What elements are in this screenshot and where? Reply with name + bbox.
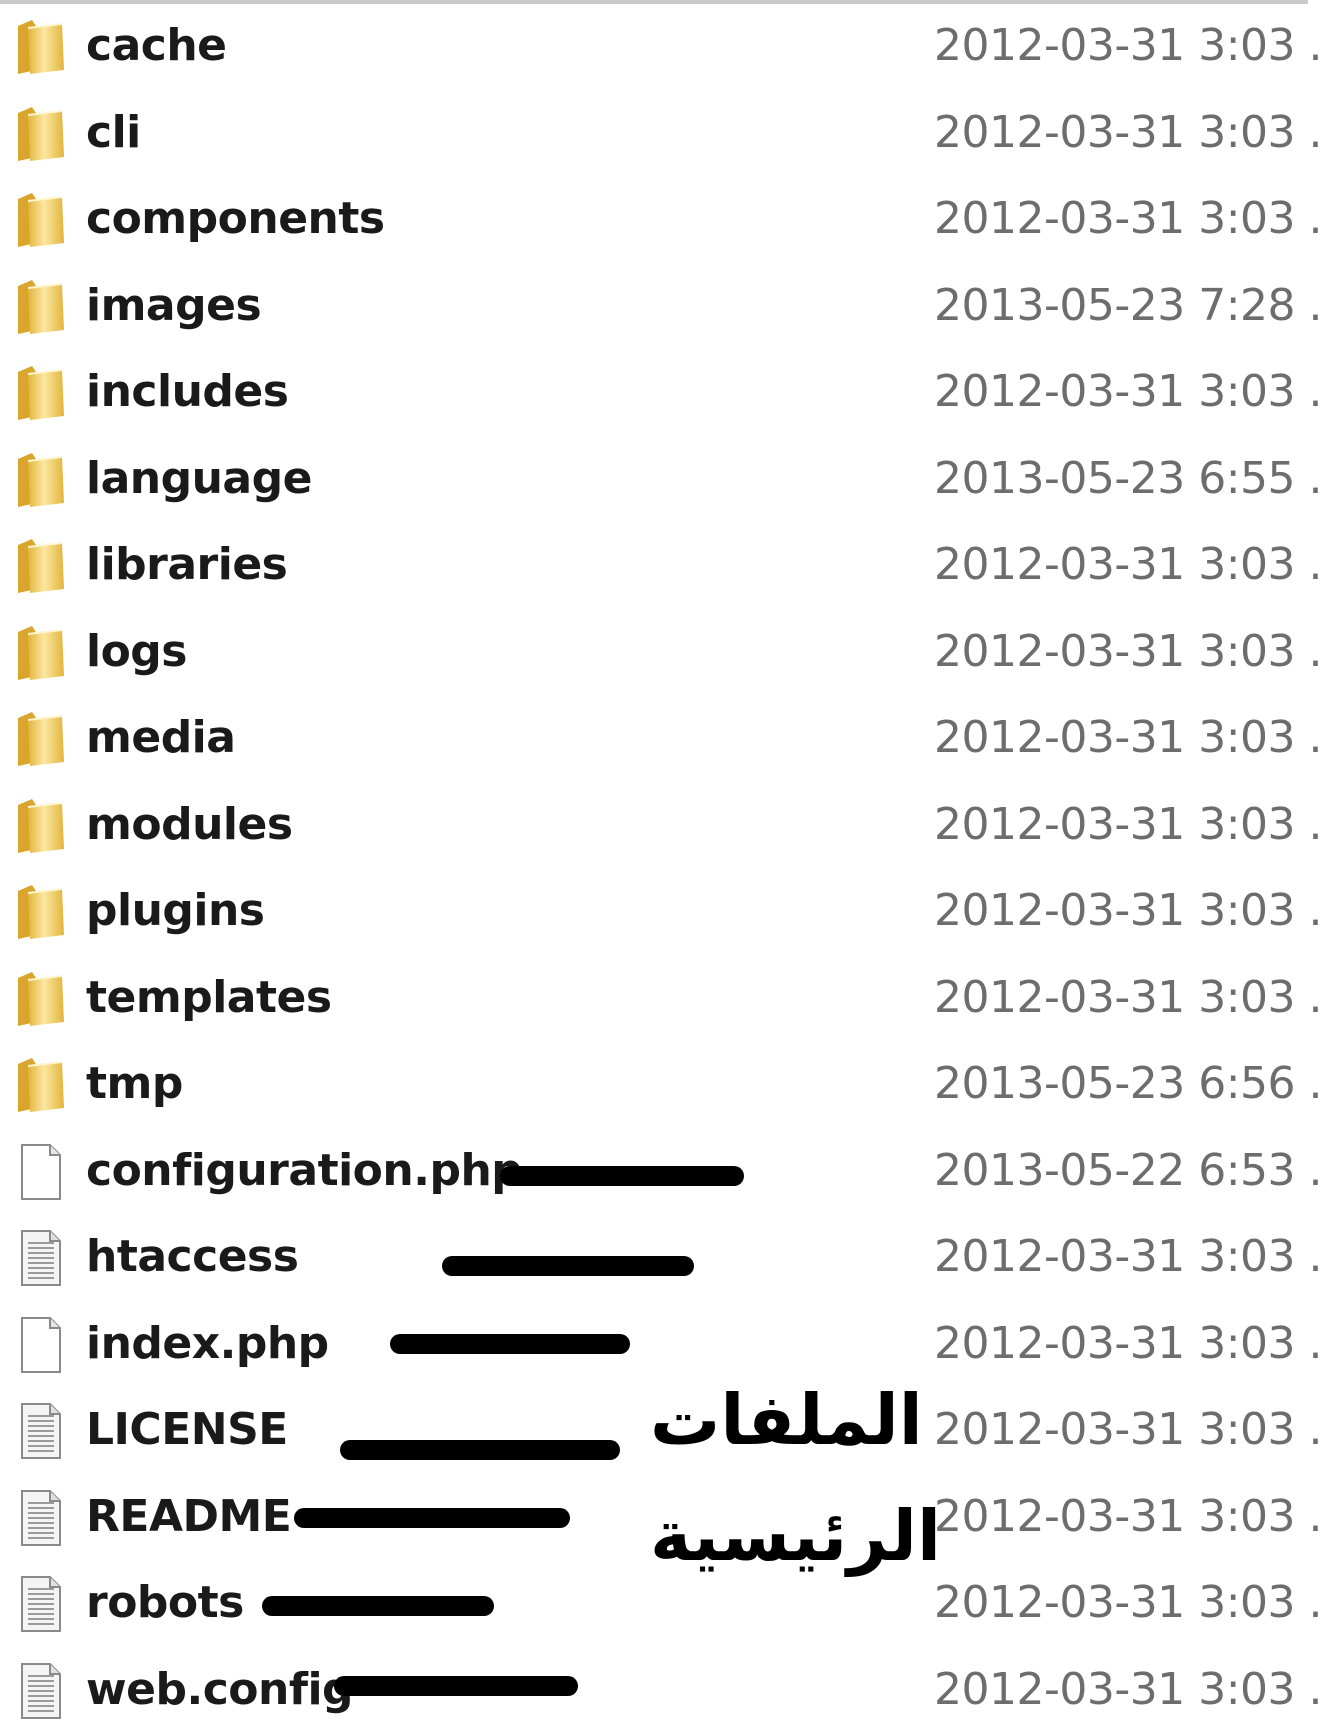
file-name: includes xyxy=(86,364,288,420)
list-item[interactable]: cli 2012-03-31 3:03 ... xyxy=(0,91,1322,178)
marker-line xyxy=(262,1596,494,1616)
list-item[interactable]: cache 2012-03-31 3:03 ... xyxy=(0,4,1322,91)
file-name: index.php xyxy=(86,1316,329,1372)
file-name: libraries xyxy=(86,537,287,593)
date-modified: 2012-03-31 3:03 ... xyxy=(934,710,1322,766)
date-modified: 2012-03-31 3:03 ... xyxy=(934,1316,1322,1372)
blank-file-icon xyxy=(16,1143,66,1201)
list-item[interactable]: plugins 2012-03-31 3:03 ... xyxy=(0,869,1322,956)
file-name: web.config xyxy=(86,1662,353,1718)
text-file-icon xyxy=(16,1402,66,1460)
date-modified: 2012-03-31 3:03 ... xyxy=(934,1229,1322,1285)
folder-icon xyxy=(16,278,66,336)
list-item[interactable]: libraries 2012-03-31 3:03 ... xyxy=(0,523,1322,610)
folder-icon xyxy=(16,18,66,76)
file-name: templates xyxy=(86,970,332,1026)
file-name: logs xyxy=(86,624,187,680)
marker-line xyxy=(442,1256,694,1276)
marker-line xyxy=(390,1334,630,1354)
date-modified: 2012-03-31 3:03 ... xyxy=(934,883,1322,939)
date-modified: 2013-05-23 6:55 ... xyxy=(934,451,1322,507)
file-name: images xyxy=(86,278,261,334)
text-file-icon xyxy=(16,1229,66,1287)
file-name: language xyxy=(86,451,312,507)
marker-line xyxy=(340,1440,620,1460)
date-modified: 2012-03-31 3:03 ... xyxy=(934,1402,1322,1458)
date-modified: 2012-03-31 3:03 ... xyxy=(934,624,1322,680)
date-modified: 2013-05-22 6:53 ... xyxy=(934,1143,1322,1199)
annotation-line-2: الرئيسية xyxy=(650,1494,941,1578)
folder-icon xyxy=(16,883,66,941)
file-name: components xyxy=(86,191,385,247)
text-file-icon xyxy=(16,1489,66,1547)
file-list: cache 2012-03-31 3:03 ... cli 2012-03-31… xyxy=(0,4,1322,1734)
list-item[interactable]: includes 2012-03-31 3:03 ... xyxy=(0,350,1322,437)
list-item[interactable]: images 2013-05-23 7:28 ... xyxy=(0,264,1322,351)
file-name: htaccess xyxy=(86,1229,298,1285)
folder-icon xyxy=(16,710,66,768)
date-modified: 2012-03-31 3:03 ... xyxy=(934,537,1322,593)
annotation-line-1: الملفات xyxy=(650,1378,923,1462)
date-modified: 2012-03-31 3:03 ... xyxy=(934,1662,1322,1718)
marker-line xyxy=(334,1676,578,1696)
marker-line xyxy=(500,1166,744,1186)
folder-icon xyxy=(16,797,66,855)
file-name: plugins xyxy=(86,883,265,939)
list-item[interactable]: tmp 2013-05-23 6:56 ... xyxy=(0,1042,1322,1129)
list-item[interactable]: index.php 2012-03-31 3:03 ... xyxy=(0,1302,1322,1389)
date-modified: 2012-03-31 3:03 ... xyxy=(934,191,1322,247)
list-item[interactable]: web.config 2012-03-31 3:03 ... xyxy=(0,1648,1322,1734)
folder-icon xyxy=(16,364,66,422)
date-modified: 2013-05-23 7:28 ... xyxy=(934,278,1322,334)
marker-line xyxy=(294,1508,570,1528)
date-modified: 2013-05-23 6:56 ... xyxy=(934,1056,1322,1112)
file-name: robots xyxy=(86,1575,244,1631)
blank-file-icon xyxy=(16,1316,66,1374)
list-item[interactable]: media 2012-03-31 3:03 ... xyxy=(0,696,1322,783)
file-name: LICENSE xyxy=(86,1402,288,1458)
file-name: tmp xyxy=(86,1056,183,1112)
folder-icon xyxy=(16,624,66,682)
folder-icon xyxy=(16,970,66,1028)
date-modified: 2012-03-31 3:03 ... xyxy=(934,1575,1322,1631)
file-name: cache xyxy=(86,18,227,74)
date-modified: 2012-03-31 3:03 ... xyxy=(934,105,1322,161)
date-modified: 2012-03-31 3:03 ... xyxy=(934,1489,1322,1545)
file-name: media xyxy=(86,710,235,766)
date-modified: 2012-03-31 3:03 ... xyxy=(934,18,1322,74)
list-item[interactable]: components 2012-03-31 3:03 ... xyxy=(0,177,1322,264)
list-item[interactable]: logs 2012-03-31 3:03 ... xyxy=(0,610,1322,697)
folder-icon xyxy=(16,537,66,595)
date-modified: 2012-03-31 3:03 ... xyxy=(934,797,1322,853)
text-file-icon xyxy=(16,1662,66,1720)
file-name: modules xyxy=(86,797,293,853)
list-item[interactable]: modules 2012-03-31 3:03 ... xyxy=(0,783,1322,870)
text-file-icon xyxy=(16,1575,66,1633)
date-modified: 2012-03-31 3:03 ... xyxy=(934,364,1322,420)
list-item[interactable]: language 2013-05-23 6:55 ... xyxy=(0,437,1322,524)
folder-icon xyxy=(16,1056,66,1114)
date-modified: 2012-03-31 3:03 ... xyxy=(934,970,1322,1026)
file-name: configuration.php xyxy=(86,1143,522,1199)
file-name: README xyxy=(86,1489,291,1545)
folder-icon xyxy=(16,191,66,249)
folder-icon xyxy=(16,105,66,163)
folder-icon xyxy=(16,451,66,509)
list-item[interactable]: templates 2012-03-31 3:03 ... xyxy=(0,956,1322,1043)
file-name: cli xyxy=(86,105,141,161)
